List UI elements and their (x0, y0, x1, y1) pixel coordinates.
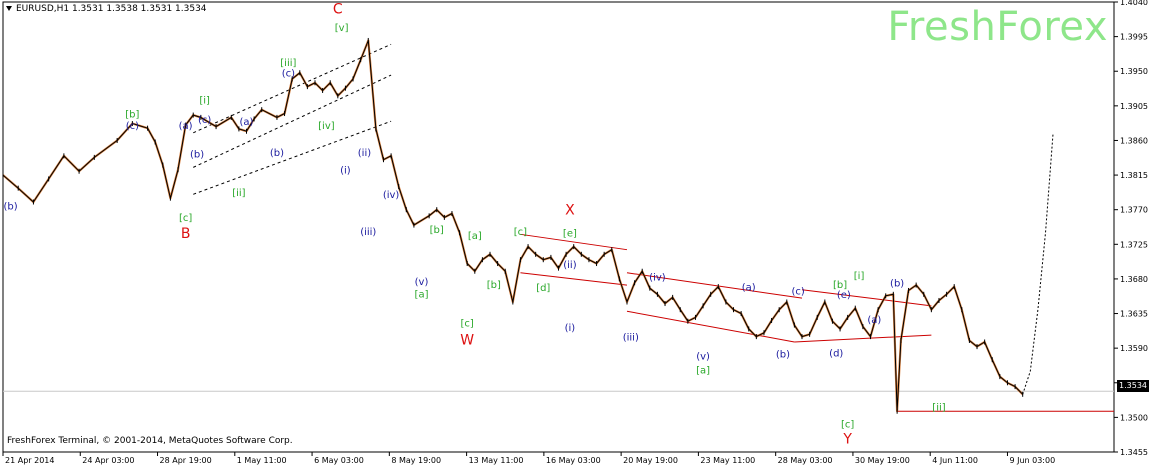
wave-count-label: [e] (563, 229, 577, 240)
wave-count-label: (b) (4, 202, 18, 213)
chevron-down-icon[interactable] (6, 6, 12, 11)
wave-count-label: [d] (536, 283, 550, 294)
y-tick-label: 1.3635 (1120, 310, 1148, 319)
brand-watermark: FreshForex (887, 4, 1108, 50)
wave-degree-label: W (460, 332, 474, 348)
red-channel-line (801, 289, 932, 307)
wave-count-label: (ii) (358, 148, 371, 159)
wave-count-label: [c] (461, 319, 474, 330)
red-channel-line (626, 310, 795, 343)
wave-degree-label: Y (842, 432, 852, 448)
wave-count-label: (a) (867, 315, 881, 326)
price-line-shadow (2, 39, 1024, 413)
wave-count-label: (i) (340, 166, 351, 177)
x-tick-label: 20 May 19:00 (623, 456, 678, 465)
wave-count-label: [i] (199, 96, 210, 107)
wave-count-label: (c) (198, 115, 211, 126)
wave-count-label: (b) (190, 149, 204, 160)
wave-labels: (b)[b](c)[c]B(a)(b)[i](c) (a)[ii](b)[iii]… (4, 2, 946, 448)
wave-count-label: (iv) (383, 190, 400, 201)
wave-degree-label: B (181, 226, 191, 242)
y-tick-label: 1.3860 (1120, 136, 1148, 145)
wave-count-label: (b) (890, 279, 904, 290)
wave-count-label: [ii] (232, 188, 245, 199)
wave-count-label: (e) (837, 290, 851, 301)
forecast-path (1022, 132, 1054, 395)
wave-count-label: (b) (776, 349, 790, 360)
x-tick-label: 16 May 03:00 (546, 456, 601, 465)
y-tick-label: 1.3725 (1120, 240, 1148, 249)
y-tick-label: 1.3770 (1120, 206, 1148, 215)
wave-count-label: (v) (696, 352, 710, 363)
time-axis: 21 Apr 2014 24 Apr 03:00 28 Apr 19:00 1 May… (2, 452, 1055, 465)
y-tick-label: 1.3680 (1120, 275, 1148, 284)
wave-count-label: [i] (854, 271, 865, 282)
wave-count-label: (b) (270, 148, 284, 159)
x-tick-label: 24 Apr 03:00 (82, 456, 134, 465)
y-tick-label: 1.3995 (1120, 33, 1148, 42)
wave-count-label: (a) (179, 121, 193, 132)
x-tick-label: 9 Jun 03:00 (1009, 456, 1055, 465)
wave-count-label: [iii] (280, 58, 296, 69)
x-tick-label: 28 Apr 19:00 (160, 456, 212, 465)
plot-frame (2, 1, 1115, 453)
x-tick-label: 1 May 11:00 (237, 456, 287, 465)
wave-count-label: [c] (179, 213, 192, 224)
y-tick-label: 1.3950 (1120, 67, 1148, 76)
price-chart: 1.4040 1.3995 1.3950 1.3905 1.3860 1.3815 1.37… (2, 0, 1148, 465)
wave-count-label: (c) (792, 286, 805, 297)
wave-count-label: (ii) (563, 260, 576, 271)
wave-count-label: [v] (335, 23, 349, 34)
channel-lines (193, 43, 1114, 412)
wave-count-label: (v) (415, 277, 429, 288)
symbol-title: EURUSD,H1 1.3531 1.3538 1.3531 1.3534 (16, 4, 207, 14)
wave-count-label: (d) (829, 349, 843, 360)
x-tick-label: 6 May 03:00 (314, 456, 364, 465)
wave-count-label: [b] (487, 280, 501, 291)
wave-count-label: (c) (282, 69, 295, 80)
y-tick-label: 1.3905 (1120, 102, 1148, 111)
wave-count-label: [a] (696, 366, 710, 377)
copyright-text: FreshForex Terminal, © 2001-2014, MetaQu… (7, 436, 293, 446)
wave-count-label: (iii) (623, 332, 639, 343)
plot-border (2, 1, 1115, 453)
wave-count-label: (i) (565, 323, 576, 334)
wave-count-label: [b] (430, 225, 444, 236)
wave-count-label: (a) (240, 117, 254, 128)
wave-count-label: [c] (514, 227, 527, 238)
wave-degree-label: C (333, 2, 343, 18)
chart-header: EURUSD,H1 1.3531 1.3538 1.3531 1.3534 (6, 4, 207, 14)
x-tick-label: 4 Jun 11:00 (932, 456, 978, 465)
x-tick-label: 13 May 11:00 (469, 456, 524, 465)
wave-count-label: [a] (415, 289, 429, 300)
x-tick-label: 23 May 11:00 (700, 456, 755, 465)
x-tick-label: 21 Apr 2014 (5, 456, 54, 465)
y-tick-label: 1.3815 (1120, 171, 1148, 180)
price-line (2, 40, 1024, 412)
x-tick-label: 28 May 03:00 (778, 456, 833, 465)
x-tick-label: 30 May 19:00 (855, 456, 910, 465)
wave-count-label: (c) (126, 121, 139, 132)
x-tick-label: 8 May 19:00 (391, 456, 441, 465)
wave-degree-label: X (565, 202, 575, 218)
y-tick-label: 1.3500 (1120, 413, 1148, 422)
y-tick-label: 1.4040 (1120, 0, 1148, 7)
price-series (2, 37, 1024, 414)
y-tick-label: 1.3455 (1120, 448, 1148, 457)
wave-count-label: (iii) (360, 227, 376, 238)
wave-count-label: [iv] (318, 121, 335, 132)
forecast-line (1022, 132, 1054, 395)
wave-count-label: [c] (841, 419, 854, 430)
red-channel-line (794, 334, 932, 343)
wave-count-label: [b] (125, 109, 139, 120)
wave-count-label: [a] (468, 231, 482, 242)
last-price-tag: 1.3534 (1117, 380, 1149, 392)
wave-count-label: (iv) (649, 272, 666, 283)
y-tick-label: 1.3590 (1120, 344, 1148, 353)
wave-count-label: [ii] (932, 402, 945, 413)
wave-count-label: (a) (742, 282, 756, 293)
